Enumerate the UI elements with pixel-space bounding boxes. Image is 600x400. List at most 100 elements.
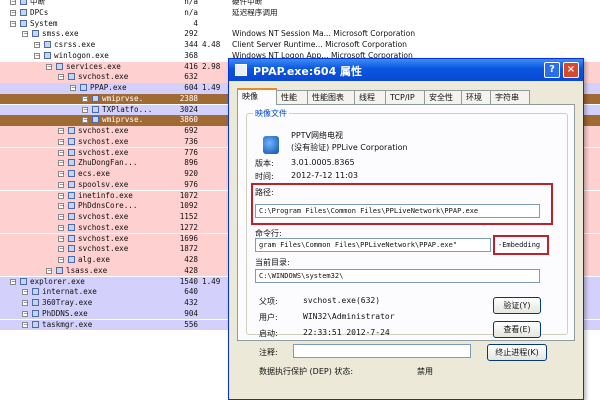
process-name: internat.exe: [42, 287, 97, 297]
process-cpu: 1.49: [202, 83, 221, 92]
process-icon: [92, 116, 99, 124]
process-pid: 896: [184, 158, 198, 168]
dialog-title-bar[interactable]: PPAP.exe:604 属性 ? ×: [229, 59, 583, 81]
tree-expander-icon[interactable]: −: [46, 267, 52, 274]
process-pid: 3024: [179, 104, 198, 114]
tree-expander-icon[interactable]: −: [10, 0, 16, 5]
process-name: smss.exe: [42, 29, 79, 39]
cmdline-field[interactable]: gram Files\Common Files\PPLiveNetwork\PP…: [255, 238, 491, 252]
process-name: explorer.exe: [30, 276, 85, 286]
tree-expander-icon[interactable]: −: [58, 235, 64, 242]
process-name: alg.exe: [78, 255, 111, 264]
process-description: 延迟程序调用: [232, 7, 278, 17]
process-pid: 776: [184, 147, 198, 157]
tree-expander-icon[interactable]: −: [58, 160, 64, 167]
process-row[interactable]: − csrss.exe 344 4.48 Client Server Runtime..…: [0, 40, 600, 51]
tree-expander-icon[interactable]: −: [58, 128, 64, 134]
process-pid: 736: [184, 136, 198, 146]
tree-expander-icon[interactable]: −: [82, 95, 88, 102]
curdir-label: 当前目录:: [255, 258, 290, 267]
process-icon: [20, 277, 27, 285]
process-description: Client Server Runtime... Microsoft Corpo…: [232, 40, 407, 49]
process-pid: 556: [184, 319, 198, 329]
tree-expander-icon[interactable]: −: [46, 63, 52, 70]
tab-1[interactable]: 性能: [276, 90, 308, 104]
process-pid: 3860: [179, 115, 198, 125]
tab-2[interactable]: 性能图表: [307, 90, 355, 104]
path-field[interactable]: C:\Program Files\Common Files\PPLiveNetw…: [255, 204, 540, 218]
process-pid: 1272: [179, 222, 198, 232]
close-button[interactable]: ×: [563, 62, 579, 78]
tree-expander-icon[interactable]: −: [58, 138, 64, 145]
explore-button[interactable]: 查看(E): [493, 321, 541, 338]
tree-expander-icon[interactable]: −: [22, 289, 28, 296]
process-icon: [68, 148, 75, 156]
process-row[interactable]: − System 4: [0, 18, 600, 30]
process-name: svchost.exe: [78, 136, 129, 146]
process-icon: [68, 73, 75, 81]
process-row[interactable]: − DPCs n/a 延迟程序调用: [0, 7, 600, 19]
tab-5[interactable]: 安全性: [424, 90, 462, 104]
tree-expander-icon[interactable]: −: [34, 52, 40, 59]
tree-expander-icon[interactable]: −: [58, 149, 64, 156]
process-name: ZhuDongFan...: [78, 158, 138, 168]
tree-expander-icon[interactable]: −: [58, 192, 64, 199]
tab-7[interactable]: 字符串: [490, 90, 530, 104]
process-pid: 1872: [179, 244, 198, 254]
properties-dialog: PPAP.exe:604 属性 ? × 映像 性能 性能图表 线程 TCP/IP 安全性环…: [228, 58, 584, 400]
tree-expander-icon[interactable]: −: [58, 246, 64, 253]
process-icon: [44, 41, 51, 48]
tab-3[interactable]: 线程: [354, 90, 386, 104]
process-icon: [68, 137, 75, 145]
tree-expander-icon[interactable]: −: [70, 85, 76, 91]
tab-4[interactable]: TCP/IP: [385, 90, 425, 104]
process-icon: [44, 51, 51, 59]
process-icon: [68, 223, 75, 231]
process-pid: 976: [184, 179, 198, 189]
tree-expander-icon[interactable]: −: [58, 181, 64, 188]
process-pid: n/a: [184, 7, 198, 17]
comment-field[interactable]: [293, 344, 471, 358]
process-pid: 292: [184, 29, 198, 39]
process-icon: [32, 320, 39, 328]
process-name: PhDdnsCore...: [78, 201, 138, 211]
process-icon: [92, 94, 99, 102]
process-name: svchost.exe: [78, 147, 129, 157]
tree-expander-icon[interactable]: −: [22, 321, 28, 328]
help-button[interactable]: ?: [544, 62, 560, 78]
process-name: lsass.exe: [66, 265, 108, 275]
tree-expander-icon[interactable]: −: [22, 300, 28, 306]
process-name: services.exe: [66, 61, 121, 71]
tab-6[interactable]: 环境: [461, 90, 491, 104]
tab-0[interactable]: 映像: [237, 88, 277, 105]
tree-expander-icon[interactable]: −: [82, 106, 88, 113]
verified-status: (没有验证) PPLive Corporation: [291, 143, 408, 152]
process-icon: [32, 299, 39, 306]
process-row[interactable]: − 中断 n/a 硬件中断: [0, 0, 600, 8]
tree-expander-icon[interactable]: −: [22, 31, 28, 38]
tree-expander-icon[interactable]: −: [34, 42, 40, 48]
tree-expander-icon[interactable]: −: [10, 9, 16, 16]
tree-expander-icon[interactable]: −: [82, 117, 88, 124]
kill-process-button[interactable]: 终止进程(K): [487, 344, 547, 361]
start-label: 启动:: [259, 329, 278, 338]
tree-expander-icon[interactable]: −: [10, 20, 16, 27]
process-icon: [32, 288, 39, 296]
curdir-field[interactable]: C:\WINDOWS\system32\: [255, 269, 540, 283]
verify-button[interactable]: 验证(Y): [493, 297, 541, 314]
process-pid: 632: [184, 72, 198, 82]
process-name: csrss.exe: [54, 40, 96, 49]
process-name: inetinfo.exe: [78, 190, 133, 200]
tree-expander-icon[interactable]: −: [58, 214, 64, 220]
tree-expander-icon[interactable]: −: [58, 74, 64, 81]
tree-expander-icon[interactable]: −: [10, 278, 16, 285]
tree-expander-icon[interactable]: −: [58, 224, 64, 231]
process-row[interactable]: − smss.exe 292 Windows NT Session Ma... Mic…: [0, 29, 600, 40]
dialog-title: PPAP.exe:604 属性: [253, 65, 363, 78]
tree-expander-icon[interactable]: −: [58, 257, 64, 263]
tree-expander-icon[interactable]: −: [22, 310, 28, 317]
tree-expander-icon[interactable]: −: [58, 203, 64, 210]
parent-value: svchost.exe(632): [303, 296, 381, 305]
tree-expander-icon[interactable]: −: [58, 171, 64, 177]
process-pid: 1696: [179, 233, 198, 243]
